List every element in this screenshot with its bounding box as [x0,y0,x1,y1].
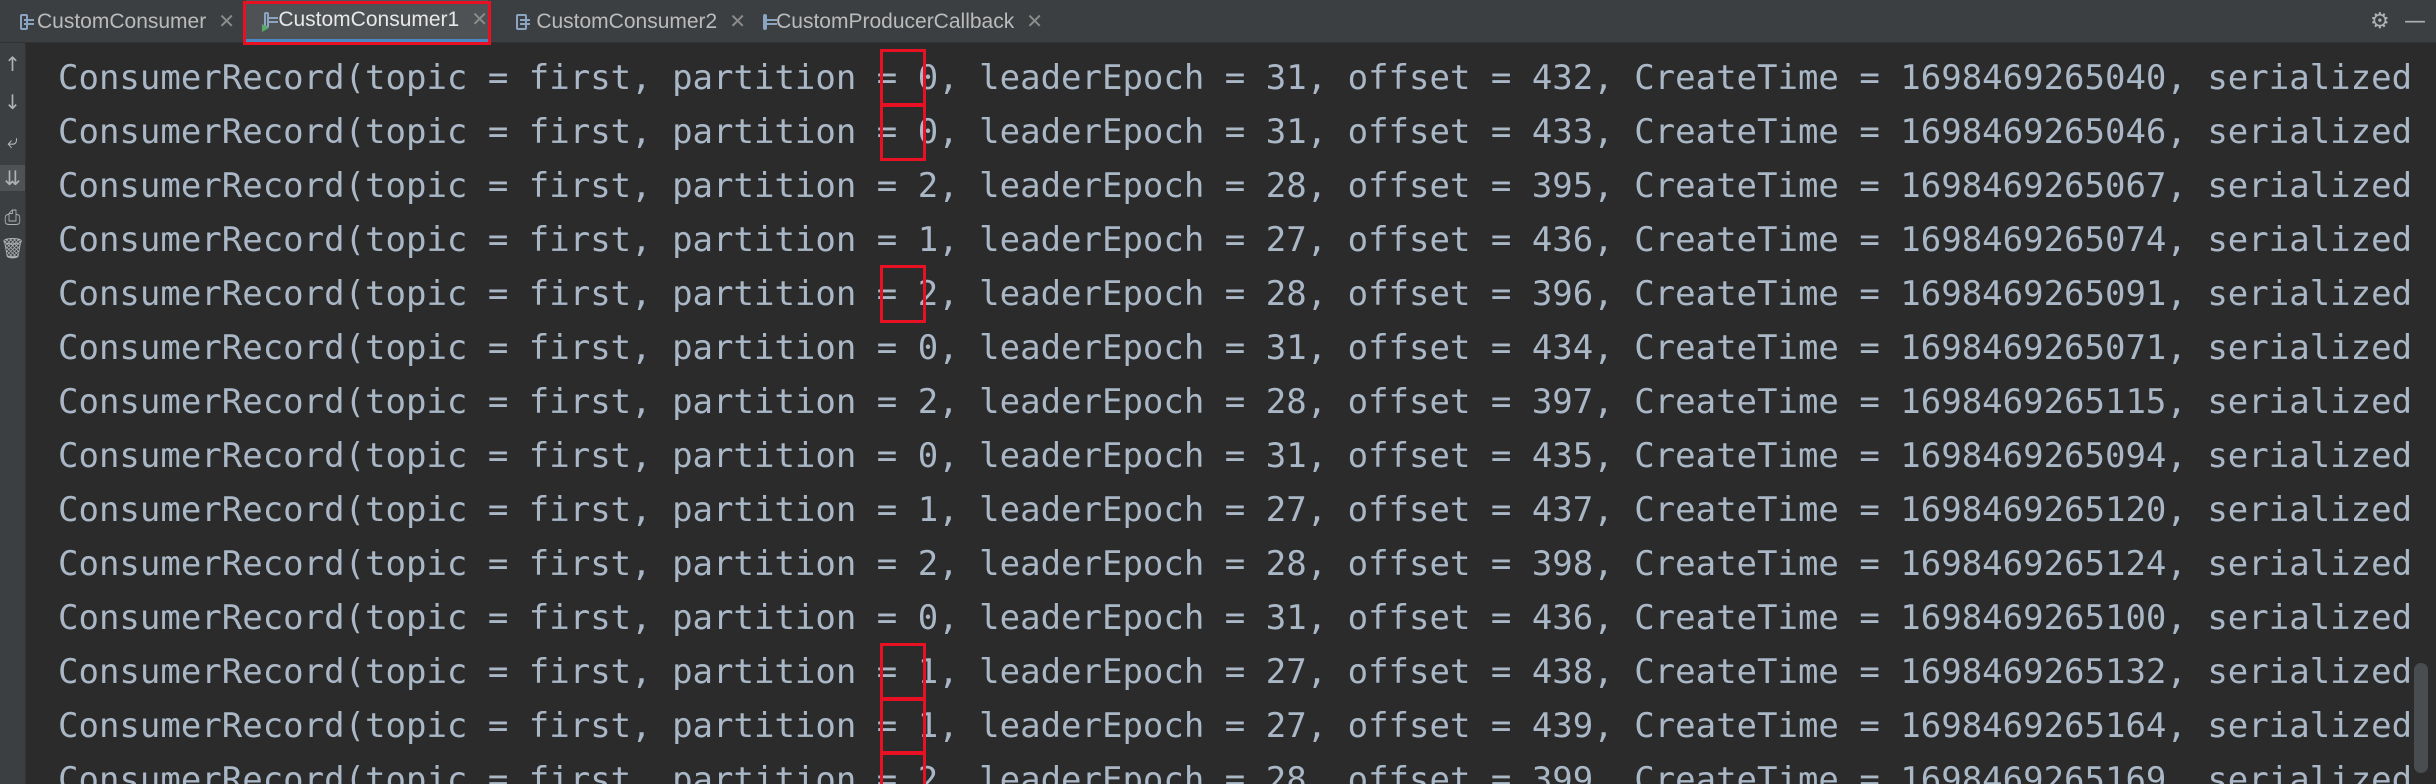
close-icon[interactable]: ✕ [1026,9,1043,34]
record-suffix: leaderEpoch = 27, offset = 437, CreateTi… [958,490,2410,530]
print-icon[interactable]: ⎙ [0,204,25,230]
console-line: ConsumerRecord(topic = first, partition … [58,753,2410,784]
console-line: ConsumerRecord(topic = first, partition … [58,429,2410,483]
record-suffix: leaderEpoch = 31, offset = 432, CreateTi… [958,58,2410,98]
record-prefix: ConsumerRecord(topic = first, partition … [58,166,918,206]
gear-icon[interactable]: ⚙ [2370,0,2390,43]
tab-label: CustomProducerCallback [776,9,1015,33]
console-left-toolbar: ↑ ↓ ⤶ ⇊ ⎙ 🗑 [0,43,26,784]
console-line: ConsumerRecord(topic = first, partition … [58,105,2410,159]
annotation-box-partition [880,751,926,784]
record-suffix: leaderEpoch = 28, offset = 397, CreateTi… [958,382,2410,422]
record-prefix: ConsumerRecord(topic = first, partition … [58,706,918,746]
console-line: ConsumerRecord(topic = first, partition … [58,213,2410,267]
console-icon [516,13,531,30]
partition-value: 1, [917,490,959,530]
trash-icon[interactable]: 🗑 [0,235,25,261]
annotation-box-partition [880,643,926,701]
console-line: ConsumerRecord(topic = first, partition … [58,645,2410,699]
record-suffix: leaderEpoch = 28, offset = 395, CreateTi… [958,166,2410,206]
record-suffix: leaderEpoch = 31, offset = 434, CreateTi… [958,328,2410,368]
annotation-box-partition [880,49,926,107]
console-line: ConsumerRecord(topic = first, partition … [58,591,2410,645]
record-prefix: ConsumerRecord(topic = first, partition … [58,652,918,692]
close-icon[interactable]: ✕ [218,9,235,34]
console-line: ConsumerRecord(topic = first, partition … [58,537,2410,591]
record-prefix: ConsumerRecord(topic = first, partition … [58,598,918,638]
console-line: ConsumerRecord(topic = first, partition … [58,51,2410,105]
record-prefix: ConsumerRecord(topic = first, partition … [58,490,918,530]
tab-customconsumer1[interactable]: CustomConsumer1 ✕ [246,0,488,43]
record-prefix: ConsumerRecord(topic = first, partition … [58,274,918,314]
console-output[interactable]: ConsumerRecord(topic = first, partition … [26,43,2410,784]
tab-customconsumer2[interactable]: CustomConsumer2 ✕ [516,0,746,43]
partition-value: 1, [917,220,959,260]
console-line: ConsumerRecord(topic = first, partition … [58,699,2410,753]
console-icon [20,13,34,30]
scroll-to-end-icon[interactable]: ⇊ [0,165,25,191]
annotation-box-partition [880,103,926,161]
minimize-icon[interactable]: — [2404,0,2426,43]
close-icon[interactable]: ✕ [729,9,746,34]
close-icon[interactable]: ✕ [471,7,488,32]
record-prefix: ConsumerRecord(topic = first, partition … [58,220,918,260]
console-line: ConsumerRecord(topic = first, partition … [58,483,2410,537]
console-run-icon [262,11,279,32]
record-prefix: ConsumerRecord(topic = first, partition … [58,544,918,584]
record-suffix: leaderEpoch = 31, offset = 433, CreateTi… [958,112,2410,152]
tab-label: CustomConsumer [37,9,207,33]
tab-customproducercallback[interactable]: CustomProducerCallback ✕ [763,0,1043,43]
record-prefix: ConsumerRecord(topic = first, partition … [58,436,918,476]
record-prefix: ConsumerRecord(topic = first, partition … [58,328,918,368]
record-prefix: ConsumerRecord(topic = first, partition … [58,382,918,422]
partition-value: 2, [917,382,959,422]
console-line: ConsumerRecord(topic = first, partition … [58,375,2410,429]
partition-value: 0, [917,328,959,368]
console-icon [763,13,778,30]
partition-value: 2, [917,544,959,584]
record-suffix: leaderEpoch = 31, offset = 436, CreateTi… [958,598,2410,638]
record-prefix: ConsumerRecord(topic = first, partition … [58,58,918,98]
record-suffix: leaderEpoch = 28, offset = 399, CreateTi… [958,760,2410,784]
gear-glyph: ⚙ [2370,9,2390,34]
soft-wrap-icon[interactable]: ⤶ [0,128,25,154]
record-suffix: leaderEpoch = 27, offset = 438, CreateTi… [958,652,2410,692]
partition-value: 0, [917,598,959,638]
scrollbar-thumb[interactable] [2414,663,2428,773]
editor-tab-bar: CustomConsumer ✕ CustomConsumer1 ✕ Custo… [0,0,2436,45]
record-suffix: leaderEpoch = 31, offset = 435, CreateTi… [958,436,2410,476]
annotation-box-partition [880,265,926,323]
vertical-scrollbar[interactable] [2410,43,2436,784]
partition-value: 0, [917,436,959,476]
tab-customconsumer[interactable]: CustomConsumer ✕ [20,0,235,43]
tab-label: CustomConsumer1 [278,7,460,31]
minimize-glyph: — [2404,9,2426,34]
console-line: ConsumerRecord(topic = first, partition … [58,321,2410,375]
record-suffix: leaderEpoch = 27, offset = 439, CreateTi… [958,706,2410,746]
annotation-box-partition [880,697,926,755]
tab-label: CustomConsumer2 [536,9,718,33]
record-prefix: ConsumerRecord(topic = first, partition … [58,760,918,784]
record-suffix: leaderEpoch = 27, offset = 436, CreateTi… [958,220,2410,260]
record-suffix: leaderEpoch = 28, offset = 398, CreateTi… [958,544,2410,584]
down-arrow-icon[interactable]: ↓ [0,89,25,115]
record-suffix: leaderEpoch = 28, offset = 396, CreateTi… [958,274,2410,314]
console-line: ConsumerRecord(topic = first, partition … [58,159,2410,213]
console-line: ConsumerRecord(topic = first, partition … [58,267,2410,321]
partition-value: 2, [917,166,959,206]
record-prefix: ConsumerRecord(topic = first, partition … [58,112,918,152]
up-arrow-icon[interactable]: ↑ [0,51,25,77]
